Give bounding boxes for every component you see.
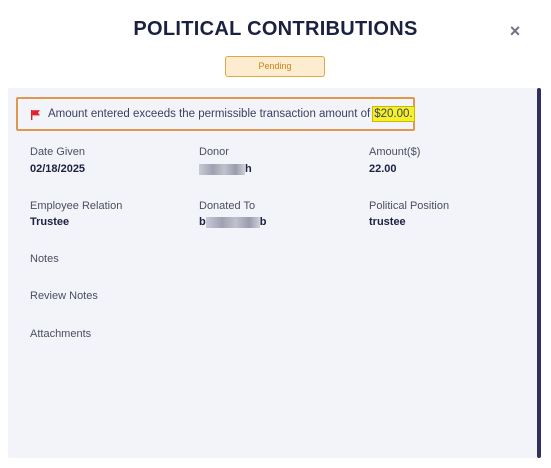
modal-title: POLITICAL CONTRIBUTIONS — [133, 18, 418, 40]
date-given-value: 02/18/2025 — [30, 163, 86, 175]
redacted-block — [199, 163, 245, 175]
attachments-label: Attachments — [30, 328, 92, 340]
status-badge: Pending — [225, 56, 325, 77]
donated-to-value-start: b — [199, 216, 206, 228]
political-position-label: Political Position — [369, 200, 450, 212]
donor-value: h — [199, 163, 252, 175]
alert-message: Amount entered exceeds the permissible t… — [48, 108, 371, 120]
close-icon[interactable]: × — [506, 22, 524, 40]
donated-to-value: bb — [199, 216, 266, 228]
scrollbar[interactable] — [537, 88, 541, 458]
donor-label: Donor — [199, 146, 229, 158]
amount-alert: Amount entered exceeds the permissible t… — [16, 97, 415, 131]
date-given-label: Date Given — [30, 146, 86, 158]
flag-icon — [30, 108, 42, 120]
amount-label: Amount($) — [369, 146, 421, 158]
review-notes-label: Review Notes — [30, 290, 98, 302]
donated-to-label: Donated To — [199, 200, 256, 212]
amount-value: 22.00 — [369, 163, 397, 175]
donated-to-value-end: b — [259, 216, 267, 228]
notes-label: Notes — [30, 253, 59, 265]
detail-panel — [8, 88, 541, 458]
political-position-value: trustee — [369, 216, 406, 228]
alert-limit-amount: $20.00. — [372, 106, 415, 122]
redacted-block — [205, 216, 260, 228]
donor-value-end: h — [245, 163, 252, 175]
employee-relation-value: Trustee — [30, 216, 70, 228]
employee-relation-label: Employee Relation — [30, 200, 123, 212]
